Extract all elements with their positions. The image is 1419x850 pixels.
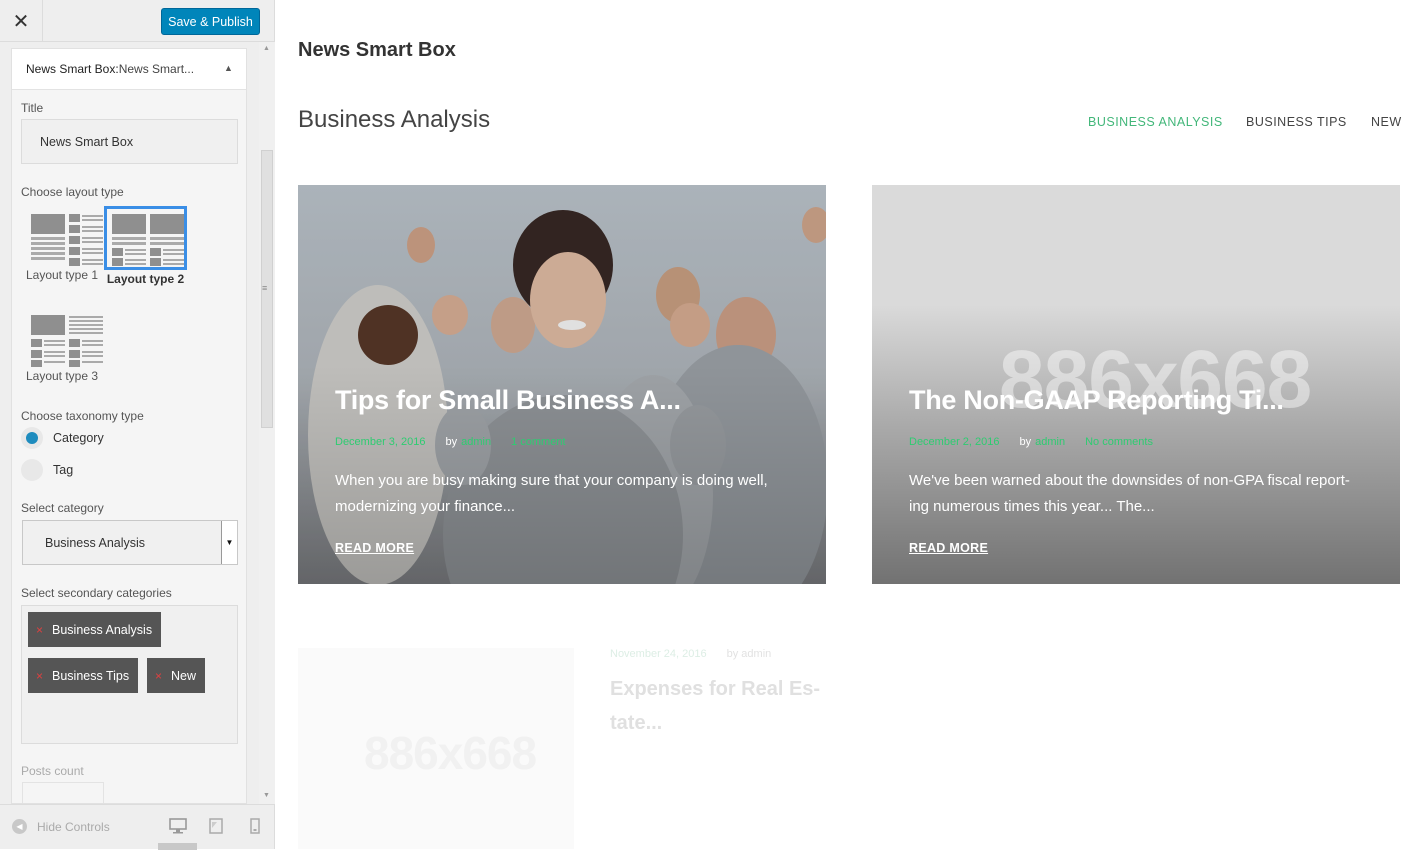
post-by: by [1019,436,1032,448]
customizer-header: ✕ Save & Publish [0,0,274,42]
title-label: Title [21,101,44,115]
layout-1-thumbnail[interactable] [23,206,103,266]
select-category-label: Select category [21,501,104,515]
panel-title-bold: News Smart Box: [26,62,119,76]
layout-3-thumbnail[interactable] [23,307,103,367]
radio-unchecked-icon[interactable] [21,459,43,481]
scroll-up-icon[interactable]: ▲ [263,45,270,52]
post-author[interactable]: admin [1035,436,1065,448]
layout-2-label: Layout type 2 [106,272,185,286]
list-item-date[interactable]: November 24, 2016 [610,648,707,660]
panel-title-rest: News Smart... [118,62,195,76]
radio-checked-icon[interactable] [21,427,43,449]
secondary-tag-chip[interactable]: × Business Analysis [28,612,162,647]
post-date[interactable]: December 3, 2016 [335,436,426,448]
post-excerpt: We've been warned about the downsides of… [909,472,1350,515]
widget-panel-header[interactable]: News Smart Box: News Smart... ▲ [12,49,246,90]
remove-tag-icon[interactable]: × [36,623,43,637]
hide-controls-label: Hide Controls [37,819,110,834]
post-author[interactable]: admin [461,436,491,448]
scroll-down-icon[interactable]: ▼ [263,792,270,799]
layout-option-3[interactable]: Layout type 3 [23,307,103,383]
secondary-tag-chip[interactable]: × Business Tips [28,658,139,693]
read-more-link[interactable]: READ MORE [909,541,988,555]
sidebar-scrollbar[interactable]: ▲ ≡ ▼ [259,42,275,804]
taxonomy-radio-tag[interactable]: Tag [21,459,73,481]
radio-label: Category [53,431,104,445]
hide-controls-button[interactable]: ◀ Hide Controls [12,819,110,834]
posts-count-input[interactable] [22,782,104,803]
list-item-author[interactable]: by admin [727,648,772,660]
post-title[interactable]: The Non-GAAP Reporting Ti... [909,385,1284,416]
post-date[interactable]: December 2, 2016 [909,436,1000,448]
title-input[interactable]: News Smart Box [21,119,238,164]
layout-type-label: Choose layout type [21,185,124,199]
tab-business-analysis[interactable]: BUSINESS ANALYSIS [1088,115,1223,129]
post-title[interactable]: Tips for Small Business A... [335,385,681,416]
tag-label: Business Analysis [52,622,153,637]
layout-2-thumbnail[interactable] [104,206,187,270]
site-preview: News Smart Box Business Analysis BUSINES… [275,0,1419,849]
category-select-value: Business Analysis [45,535,146,550]
tab-business-tips[interactable]: BUSINESS TIPS [1246,115,1347,129]
image-placeholder-text: 886x668 [364,727,537,779]
list-item-meta: November 24, 2016 by admin [610,648,771,660]
category-select[interactable]: Business Analysis ▼ [22,520,238,565]
post-excerpt: When you are busy making sure that your … [335,472,768,515]
customizer-footer: ◀ Hide Controls [0,804,274,850]
tablet-preview-icon[interactable] [207,818,225,834]
taxonomy-radio-category[interactable]: Category [21,427,104,449]
secondary-categories-label: Select secondary categories [21,586,172,600]
collapse-arrow-icon[interactable]: ▲ [224,63,233,73]
post-card[interactable]: Tips for Small Business A... December 3,… [298,185,826,584]
remove-tag-icon[interactable]: × [155,669,162,683]
customizer-sidebar: ✕ Save & Publish News Smart Box: News Sm… [0,0,275,850]
collapse-arrow-icon: ◀ [12,819,27,834]
scroll-grip-icon: ≡ [262,283,268,293]
layout-3-label: Layout type 3 [25,369,99,383]
tab-new[interactable]: NEW [1371,115,1402,129]
tag-label: Business Tips [52,668,130,683]
taxonomy-label: Choose taxonomy type [21,409,144,423]
read-more-link[interactable]: READ MORE [335,541,414,555]
post-comments[interactable]: No comments [1085,436,1153,448]
widget-title: News Smart Box [298,39,456,61]
post-by: by [445,436,458,448]
remove-tag-icon[interactable]: × [36,669,43,683]
section-title: Business Analysis [298,106,491,133]
layout-option-2[interactable]: Layout type 2 [104,206,187,286]
post-comments[interactable]: 1 comment [511,436,565,448]
post-meta: December 2, 2016 by admin No comments [909,436,1153,448]
radio-label: Tag [53,463,74,477]
post-card[interactable]: 886x668 The Non-GAAP Reporting Ti... Dec… [872,185,1400,584]
list-item-thumbnail[interactable]: 886x668 [298,648,574,849]
save-publish-button[interactable]: Save & Publish [161,8,260,35]
mobile-preview-icon[interactable] [246,818,264,834]
secondary-categories-box[interactable]: × Business Analysis × Business Tips × Ne… [21,605,238,744]
tag-label: New [171,668,197,683]
widget-panel: News Smart Box: News Smart... ▲ Title Ne… [11,48,247,804]
secondary-tag-chip[interactable]: × New [147,658,206,693]
close-icon[interactable]: ✕ [0,0,43,42]
posts-count-label: Posts count [21,764,84,778]
chevron-down-icon[interactable]: ▼ [221,521,237,564]
layout-1-label: Layout type 1 [25,268,99,282]
layout-option-1[interactable]: Layout type 1 [23,206,103,282]
desktop-preview-icon[interactable] [169,818,187,834]
post-meta: December 3, 2016 by admin 1 comment [335,436,566,448]
list-item-title[interactable]: Expenses for Real Es-tate... [610,672,840,740]
